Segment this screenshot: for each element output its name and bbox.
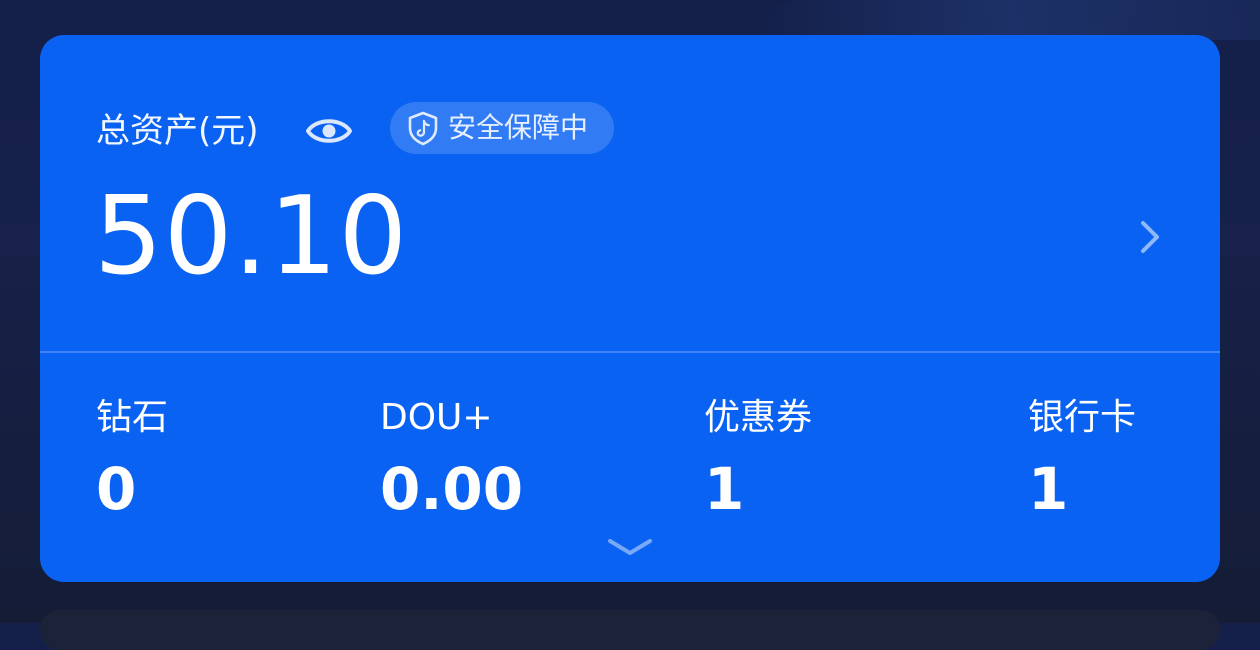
security-badge[interactable]: 安全保障中 <box>390 102 614 154</box>
stat-coupon[interactable]: 优惠券 1 <box>704 393 812 523</box>
stat-dou-plus-label: DOU+ <box>380 397 493 438</box>
stat-diamond-value: 0 <box>96 455 137 523</box>
background-decoration <box>760 0 1260 40</box>
stat-diamond[interactable]: 钻石 0 <box>96 393 168 523</box>
stat-dou-plus-value: 0.00 <box>380 455 524 523</box>
stat-bank-card[interactable]: 银行卡 1 <box>1028 393 1136 523</box>
chevron-right-icon[interactable] <box>1130 215 1170 259</box>
divider <box>40 351 1220 353</box>
total-assets-label: 总资产(元) <box>96 111 259 151</box>
next-card-edge <box>40 610 1220 650</box>
shield-icon <box>408 111 438 146</box>
stat-coupon-value: 1 <box>704 455 745 523</box>
stat-bank-card-value: 1 <box>1028 455 1069 523</box>
stat-diamond-label: 钻石 <box>96 397 169 438</box>
eye-icon[interactable] <box>305 113 353 149</box>
total-assets-card[interactable]: 总资产(元) 安全保障中 50.10 钻石 0 DOU+ 0.00 优惠券 1 … <box>40 35 1220 582</box>
chevron-down-icon[interactable] <box>604 533 656 563</box>
stat-bank-card-label: 银行卡 <box>1028 397 1137 438</box>
stat-dou-plus[interactable]: DOU+ 0.00 <box>380 393 523 523</box>
stat-coupon-label: 优惠券 <box>704 397 813 438</box>
security-badge-label: 安全保障中 <box>448 111 589 144</box>
total-assets-value: 50.10 <box>94 174 409 299</box>
